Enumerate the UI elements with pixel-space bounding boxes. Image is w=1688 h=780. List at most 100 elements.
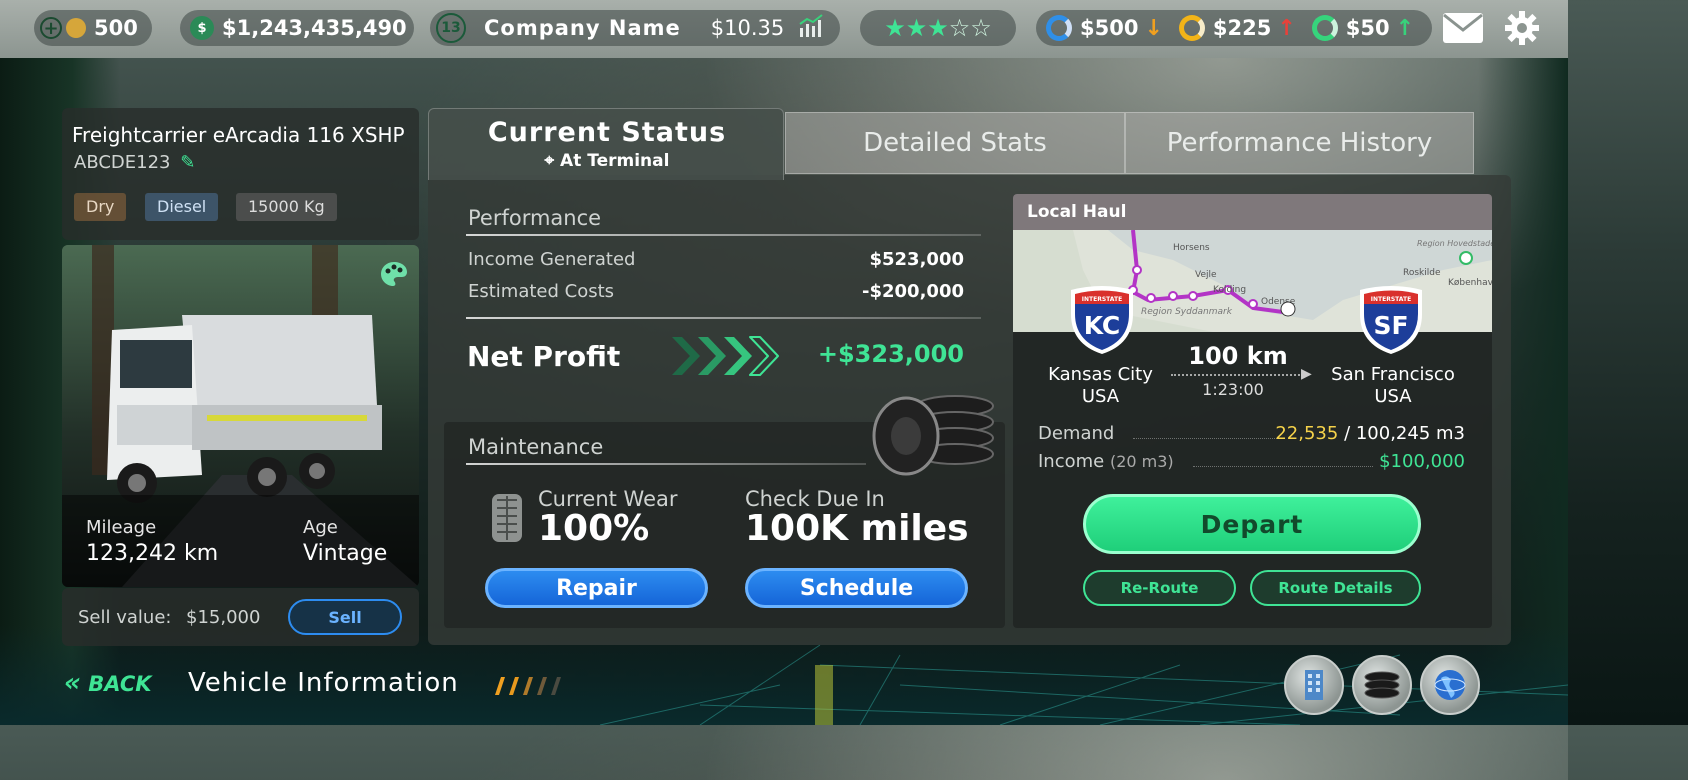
plate-text: ABCDE123 <box>74 152 171 173</box>
tag-capacity: 15000 Kg <box>236 193 337 221</box>
resource-1-value: $500 <box>1080 16 1139 40</box>
current-wear-value: 100% <box>538 508 650 549</box>
map-label: Horsens <box>1173 243 1210 253</box>
demand-label: Demand <box>1038 423 1115 444</box>
origin-code: KC <box>1084 311 1121 340</box>
back-chevron-icon: « <box>64 668 81 698</box>
money-bag-icon: $ <box>190 16 214 40</box>
estimated-costs-label: Estimated Costs <box>468 281 615 302</box>
trend-up-icon: ↑ <box>1277 15 1296 41</box>
company-pill[interactable]: 13 Company Name $10.35 <box>430 10 840 46</box>
tag-fuel: Diesel <box>145 193 219 221</box>
maintenance-divider <box>466 463 866 465</box>
tab-detailed-stats[interactable]: Detailed Stats <box>785 112 1125 174</box>
gold-amount: 500 <box>94 16 138 40</box>
depart-button[interactable]: Depart <box>1083 494 1421 554</box>
back-button[interactable]: « BACK <box>64 668 152 698</box>
company-name: Company Name <box>484 16 681 40</box>
vehicle-name: Freightcarrier eArcadia 116 XSHP <box>72 123 405 147</box>
sell-bar: Sell value: $15,000 Sell <box>62 588 419 646</box>
stock-chart-icon <box>798 13 824 43</box>
net-profit-value: +$323,000 <box>817 340 964 368</box>
route-details-button[interactable]: Route Details <box>1250 570 1421 606</box>
gold-pill[interactable]: + 500 <box>34 10 152 46</box>
resources-pill: $500 ↓ $225 ↑ $50 ↑ <box>1036 10 1432 46</box>
demand-value: 22,535 / 100,245 m3 <box>1275 423 1465 444</box>
maintenance-heading: Maintenance <box>468 435 604 459</box>
terminal-status: ⌖ At Terminal <box>429 151 785 171</box>
tab-current-status[interactable]: Current Status ⌖ At Terminal <box>428 108 784 180</box>
trend-up-icon: ↑ <box>1395 15 1415 41</box>
origin-interstate-shield-icon: INTERSTATE KC <box>1067 284 1137 356</box>
vehicle-photo: Mileage 123,242 km Age Vintage <box>62 245 419 587</box>
globe-icon[interactable] <box>1420 655 1480 715</box>
route-income-label: Income (20 m3) <box>1038 451 1174 472</box>
mail-icon[interactable] <box>1442 12 1484 48</box>
age-value: Vintage <box>303 541 388 566</box>
title-stripes-decoration <box>489 675 569 701</box>
tire-tread-icon <box>490 492 524 548</box>
tab-performance-history[interactable]: Performance History <box>1125 112 1474 174</box>
route-arrow-icon: ▶ <box>1301 366 1312 382</box>
income-generated-value: $523,000 <box>869 249 964 270</box>
route-map-header: Local Haul <box>1013 194 1492 230</box>
resource-ring-blue-icon <box>1046 15 1072 41</box>
company-level-badge: 13 <box>436 13 466 43</box>
map-label: Vejle <box>1195 270 1217 280</box>
route-arrow-line <box>1171 374 1303 376</box>
rating-stars: ★ ★ ★ ☆ ☆ <box>860 10 1016 46</box>
repair-button[interactable]: Repair <box>485 568 708 608</box>
mileage-value: 123,242 km <box>86 541 219 566</box>
demand-dot-leader <box>1133 438 1283 439</box>
svg-text:INTERSTATE: INTERSTATE <box>1371 296 1411 303</box>
route-income-qty: (20 m3) <box>1109 452 1174 471</box>
top-bar: + 500 $ $1,243,435,490 13 Company Name $… <box>0 0 1568 58</box>
destination-code: SF <box>1373 311 1408 340</box>
vehicle-info-card: Freightcarrier eArcadia 116 XSHP ABCDE12… <box>62 108 419 240</box>
destination-country: USA <box>1374 386 1412 407</box>
destination-interstate-shield-icon: INTERSTATE SF <box>1356 284 1426 356</box>
estimated-costs-value: -$200,000 <box>862 281 964 302</box>
trend-down-icon: ↓ <box>1144 15 1163 41</box>
sell-button[interactable]: Sell <box>288 599 402 635</box>
star-icon: ★ <box>905 14 928 42</box>
star-outline-icon: ☆ <box>948 14 971 42</box>
mileage-label: Mileage <box>86 517 157 538</box>
svg-text:INTERSTATE: INTERSTATE <box>1082 296 1122 303</box>
building-icon[interactable] <box>1284 655 1344 715</box>
map-label: Region Syddanmark <box>1141 307 1233 317</box>
medal-icon <box>66 18 86 38</box>
edit-icon[interactable]: ✎ <box>180 152 195 173</box>
route-income-label-text: Income <box>1038 451 1105 472</box>
reroute-button[interactable]: Re-Route <box>1083 570 1236 606</box>
terminal-status-text: At Terminal <box>560 151 670 171</box>
map-label: Kolding <box>1213 285 1246 295</box>
tires-icon[interactable] <box>1352 655 1412 715</box>
performance-heading: Performance <box>468 206 602 230</box>
performance-divider <box>466 234 981 236</box>
route-type: Local Haul <box>1027 202 1127 222</box>
income-dot-leader <box>1193 466 1373 467</box>
schedule-button[interactable]: Schedule <box>745 568 968 608</box>
resource-3-value: $50 <box>1345 16 1390 40</box>
sell-value-label: Sell value: <box>78 607 172 628</box>
resource-2-value: $225 <box>1212 16 1272 40</box>
age-label: Age <box>303 517 338 538</box>
add-plus-icon[interactable]: + <box>40 17 62 39</box>
map-label: Roskilde <box>1403 268 1441 278</box>
vehicle-plate: ABCDE123 ✎ <box>74 152 195 173</box>
check-due-value: 100K miles <box>745 508 969 549</box>
map-label: København <box>1448 278 1492 288</box>
route-duration: 1:23:00 <box>1202 380 1264 399</box>
origin-country: USA <box>1081 386 1120 407</box>
net-profit-label: Net Profit <box>467 340 621 373</box>
share-price: $10.35 <box>710 16 785 40</box>
demand-current: 22,535 <box>1275 423 1339 444</box>
paint-palette-icon[interactable] <box>380 261 408 291</box>
route-distance: 100 km <box>1188 342 1288 370</box>
tab-current-status-label: Current Status <box>487 117 727 148</box>
star-outline-icon: ☆ <box>970 14 992 42</box>
screen-title: Vehicle Information <box>188 668 459 698</box>
cash-amount: $1,243,435,490 <box>222 16 407 40</box>
settings-gear-icon[interactable] <box>1504 10 1540 50</box>
